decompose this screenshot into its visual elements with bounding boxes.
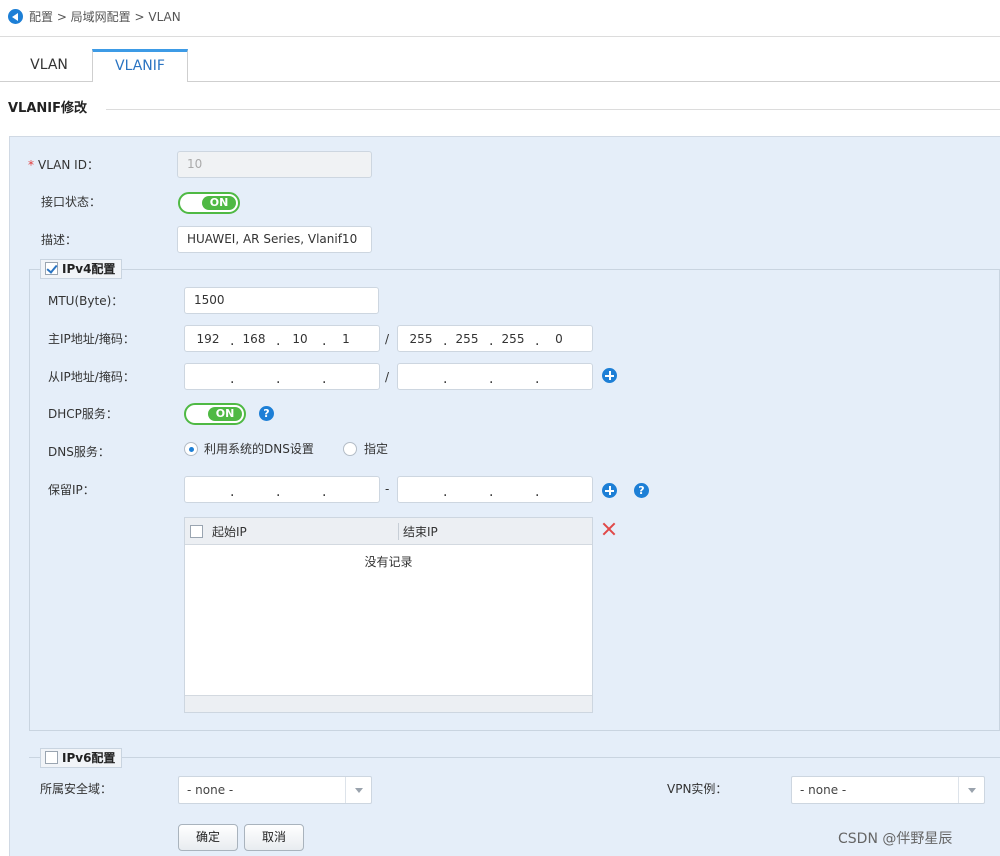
dns-label: DNS服务： — [48, 445, 110, 459]
dhcp-toggle[interactable]: ON — [184, 403, 246, 425]
table-footer — [185, 695, 592, 712]
vpn-instance-label: VPN实例： — [667, 782, 728, 796]
reserved-end-ip-input[interactable]: ... — [397, 476, 593, 503]
section-divider — [106, 109, 1000, 110]
dns-specify-radio[interactable] — [343, 442, 357, 456]
cancel-button[interactable]: 取消 — [244, 824, 304, 851]
ipv6-legend[interactable]: IPv6配置 — [40, 748, 123, 768]
ok-button[interactable]: 确定 — [178, 824, 238, 851]
empty-table-text: 没有记录 — [364, 555, 413, 569]
ipv6-checkbox[interactable] — [45, 751, 58, 764]
section-title: VLANIF修改 — [8, 101, 88, 116]
column-divider — [398, 523, 399, 540]
tab-vlan[interactable]: VLAN — [10, 49, 88, 82]
primary-ip-label: 主IP地址/掩码： — [48, 332, 135, 346]
secondary-mask-input[interactable]: ... — [397, 363, 593, 390]
back-arrow-icon[interactable] — [8, 9, 23, 24]
mtu-label: MTU(Byte)： — [48, 294, 124, 308]
interface-status-toggle[interactable]: ON — [178, 192, 240, 214]
secondary-ip-separator: / — [385, 370, 390, 384]
column-end-ip[interactable]: 结束IP — [403, 524, 438, 540]
breadcrumb: 配置 > 局域网配置 > VLAN — [29, 10, 181, 24]
reserved-start-ip-input[interactable]: ... — [184, 476, 380, 503]
ip-mask-separator: / — [385, 332, 390, 346]
description-input[interactable]: HUAWEI, AR Series, Vlanif10 — [177, 226, 372, 253]
reserved-ip-separator: - — [385, 482, 390, 496]
reserved-ip-table: 起始IP 结束IP 没有记录 — [184, 517, 593, 713]
mtu-input[interactable]: 1500 — [184, 287, 379, 314]
ipv6-group-line — [29, 757, 1000, 758]
dhcp-label: DHCP服务： — [48, 407, 118, 421]
add-reserved-ip-icon[interactable] — [602, 483, 617, 498]
secondary-ip-input[interactable]: ... — [184, 363, 380, 390]
chevron-down-icon[interactable] — [345, 777, 371, 803]
dns-system-radio[interactable] — [184, 442, 198, 456]
dns-system-label[interactable]: 利用系统的DNS设置 — [204, 441, 314, 457]
vlan-id-input: 10 — [177, 151, 372, 178]
vpn-instance-select[interactable]: - none - — [791, 776, 985, 804]
tab-vlanif[interactable]: VLANIF — [92, 49, 188, 82]
description-label: 描述： — [41, 233, 78, 247]
add-secondary-ip-icon[interactable] — [602, 368, 617, 383]
ipv4-checkbox[interactable] — [45, 262, 58, 275]
ipv4-group-bottom — [29, 730, 1000, 731]
security-zone-select[interactable]: - none - — [178, 776, 372, 804]
reserved-ip-label: 保留IP： — [48, 483, 95, 497]
interface-status-label: 接口状态： — [41, 195, 102, 209]
close-icon[interactable] — [602, 522, 616, 536]
ipv4-legend[interactable]: IPv4配置 — [40, 259, 123, 279]
breadcrumb-divider — [0, 36, 1000, 37]
select-all-checkbox[interactable] — [190, 525, 203, 538]
dhcp-help-icon[interactable]: ? — [259, 406, 274, 421]
primary-mask-input[interactable]: 255. 255. 255. 0 — [397, 325, 593, 352]
primary-ip-input[interactable]: 192. 168. 10. 1 — [184, 325, 380, 352]
chevron-down-icon[interactable] — [958, 777, 984, 803]
reserved-ip-help-icon[interactable]: ? — [634, 483, 649, 498]
column-start-ip[interactable]: 起始IP — [212, 524, 247, 540]
watermark: CSDN @伴野星辰 — [838, 831, 953, 847]
vlan-id-label: * VLAN ID： — [28, 158, 99, 172]
secondary-ip-label: 从IP地址/掩码： — [48, 370, 135, 384]
dns-specify-label[interactable]: 指定 — [364, 441, 388, 457]
security-zone-label: 所属安全域： — [40, 782, 113, 796]
